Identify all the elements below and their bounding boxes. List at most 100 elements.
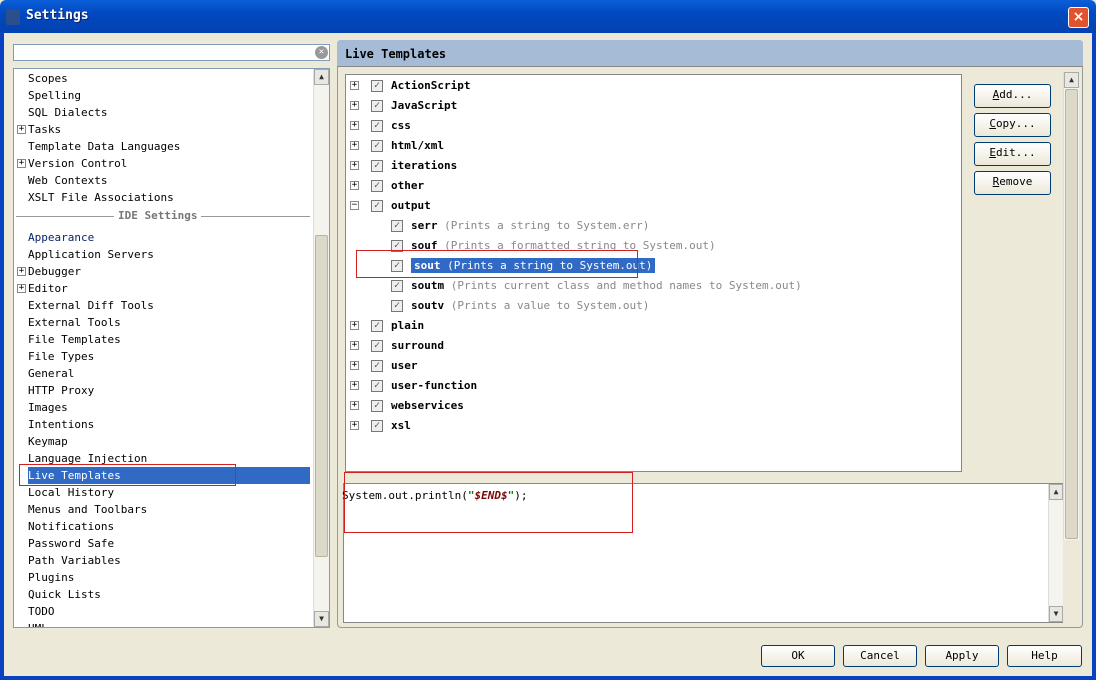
- checkbox[interactable]: ✓: [391, 300, 403, 312]
- scroll-up-button[interactable]: ▲: [1064, 72, 1079, 88]
- sidebar-item[interactable]: External Diff Tools: [28, 297, 154, 314]
- checkbox[interactable]: ✓: [371, 400, 383, 412]
- editor-scrollbar[interactable]: ▲ ▼: [1048, 484, 1063, 622]
- expand-icon[interactable]: +: [350, 341, 359, 350]
- clear-search-icon[interactable]: ✕: [315, 46, 328, 59]
- sidebar-item[interactable]: File Templates: [28, 331, 121, 348]
- expand-icon[interactable]: +: [350, 141, 359, 150]
- sidebar-item[interactable]: Version Control: [28, 155, 127, 172]
- sidebar-item[interactable]: Appearance: [28, 229, 94, 246]
- template-group[interactable]: ✓ user: [371, 357, 418, 375]
- expand-icon[interactable]: +: [350, 381, 359, 390]
- expand-icon[interactable]: +: [350, 421, 359, 430]
- ok-button[interactable]: OK: [761, 645, 835, 667]
- template-group[interactable]: ✓ JavaScript: [371, 97, 457, 115]
- add-button[interactable]: Add...: [974, 84, 1051, 108]
- template-group[interactable]: ✓ css: [371, 117, 411, 135]
- expand-icon[interactable]: +: [350, 361, 359, 370]
- expand-icon[interactable]: −: [350, 201, 359, 210]
- template-group[interactable]: ✓ webservices: [371, 397, 464, 415]
- settings-search-input[interactable]: [13, 44, 330, 61]
- sidebar-item[interactable]: Plugins: [28, 569, 74, 586]
- sidebar-item[interactable]: TODO: [28, 603, 55, 620]
- checkbox[interactable]: ✓: [371, 160, 383, 172]
- checkbox[interactable]: ✓: [371, 420, 383, 432]
- checkbox[interactable]: ✓: [371, 180, 383, 192]
- template-group[interactable]: ✓ html/xml: [371, 137, 444, 155]
- template-item[interactable]: ✓ serr (Prints a string to System.err): [391, 217, 649, 235]
- remove-button[interactable]: Remove: [974, 171, 1051, 195]
- sidebar-item[interactable]: Notifications: [28, 518, 114, 535]
- template-group[interactable]: ✓ surround: [371, 337, 444, 355]
- checkbox[interactable]: ✓: [371, 340, 383, 352]
- close-button[interactable]: ×: [1068, 7, 1089, 28]
- expand-icon[interactable]: +: [350, 321, 359, 330]
- sidebar-item[interactable]: Menus and Toolbars: [28, 501, 147, 518]
- sidebar-item[interactable]: SQL Dialects: [28, 104, 107, 121]
- sidebar-item[interactable]: UML: [28, 620, 48, 627]
- sidebar-item[interactable]: Password Safe: [28, 535, 114, 552]
- scroll-thumb[interactable]: [315, 235, 328, 557]
- expand-icon[interactable]: +: [350, 81, 359, 90]
- sidebar-item[interactable]: Local History: [28, 484, 114, 501]
- checkbox[interactable]: ✓: [371, 100, 383, 112]
- template-group[interactable]: ✓ plain: [371, 317, 424, 335]
- expand-icon[interactable]: +: [17, 267, 26, 276]
- expand-icon[interactable]: +: [17, 284, 26, 293]
- editor-scroll-up[interactable]: ▲: [1049, 484, 1063, 500]
- sidebar-item[interactable]: Debugger: [28, 263, 81, 280]
- sidebar-item[interactable]: External Tools: [28, 314, 121, 331]
- template-item[interactable]: ✓ soutv (Prints a value to System.out): [391, 297, 649, 315]
- sidebar-item[interactable]: Application Servers: [28, 246, 154, 263]
- checkbox[interactable]: ✓: [391, 280, 403, 292]
- panel-scrollbar[interactable]: ▲: [1063, 72, 1079, 540]
- sidebar-scrollbar[interactable]: ▲ ▼: [313, 69, 329, 627]
- sidebar-item[interactable]: Scopes: [28, 70, 68, 87]
- apply-button[interactable]: Apply: [925, 645, 999, 667]
- template-group[interactable]: ✓ output: [371, 197, 431, 215]
- sidebar-item[interactable]: Path Variables: [28, 552, 121, 569]
- expand-icon[interactable]: +: [350, 121, 359, 130]
- template-group[interactable]: ✓ iterations: [371, 157, 457, 175]
- sidebar-item[interactable]: Template Data Languages: [28, 138, 180, 155]
- help-button[interactable]: Help: [1007, 645, 1082, 667]
- template-group[interactable]: ✓ ActionScript: [371, 77, 470, 95]
- scroll-down-button[interactable]: ▼: [314, 611, 329, 627]
- template-group[interactable]: ✓ xsl: [371, 417, 411, 435]
- editor-scroll-down[interactable]: ▼: [1049, 606, 1063, 622]
- template-item[interactable]: ✓ soutm (Prints current class and method …: [391, 277, 802, 295]
- sidebar-item[interactable]: Web Contexts: [28, 172, 107, 189]
- expand-icon[interactable]: +: [17, 159, 26, 168]
- settings-tree[interactable]: Scopes Spelling SQL Dialects Tasks + Template…: [13, 68, 330, 628]
- sidebar-item[interactable]: Editor: [28, 280, 68, 297]
- sidebar-item[interactable]: General: [28, 365, 74, 382]
- sidebar-item[interactable]: Intentions: [28, 416, 94, 433]
- sidebar-item[interactable]: Keymap: [28, 433, 68, 450]
- checkbox[interactable]: ✓: [371, 120, 383, 132]
- sidebar-item[interactable]: HTTP Proxy: [28, 382, 94, 399]
- checkbox[interactable]: ✓: [371, 140, 383, 152]
- checkbox[interactable]: ✓: [371, 200, 383, 212]
- template-group[interactable]: ✓ other: [371, 177, 424, 195]
- sidebar-item[interactable]: Quick Lists: [28, 586, 101, 603]
- scroll-thumb[interactable]: [1065, 89, 1078, 539]
- sidebar-item[interactable]: Spelling: [28, 87, 81, 104]
- template-group[interactable]: ✓ user-function: [371, 377, 477, 395]
- sidebar-item[interactable]: Images: [28, 399, 68, 416]
- edit-button[interactable]: Edit...: [974, 142, 1051, 166]
- sidebar-item[interactable]: File Types: [28, 348, 94, 365]
- expand-icon[interactable]: +: [17, 125, 26, 134]
- expand-icon[interactable]: +: [350, 181, 359, 190]
- copy-button[interactable]: Copy...: [974, 113, 1051, 137]
- expand-icon[interactable]: +: [350, 101, 359, 110]
- expand-icon[interactable]: +: [350, 401, 359, 410]
- sidebar-item[interactable]: XSLT File Associations: [28, 189, 174, 206]
- checkbox[interactable]: ✓: [371, 80, 383, 92]
- sidebar-item[interactable]: Tasks: [28, 121, 61, 138]
- scroll-up-button[interactable]: ▲: [314, 69, 329, 85]
- title-bar[interactable]: [0, 0, 1096, 33]
- checkbox[interactable]: ✓: [371, 320, 383, 332]
- cancel-button[interactable]: Cancel: [843, 645, 917, 667]
- checkbox[interactable]: ✓: [371, 360, 383, 372]
- checkbox[interactable]: ✓: [371, 380, 383, 392]
